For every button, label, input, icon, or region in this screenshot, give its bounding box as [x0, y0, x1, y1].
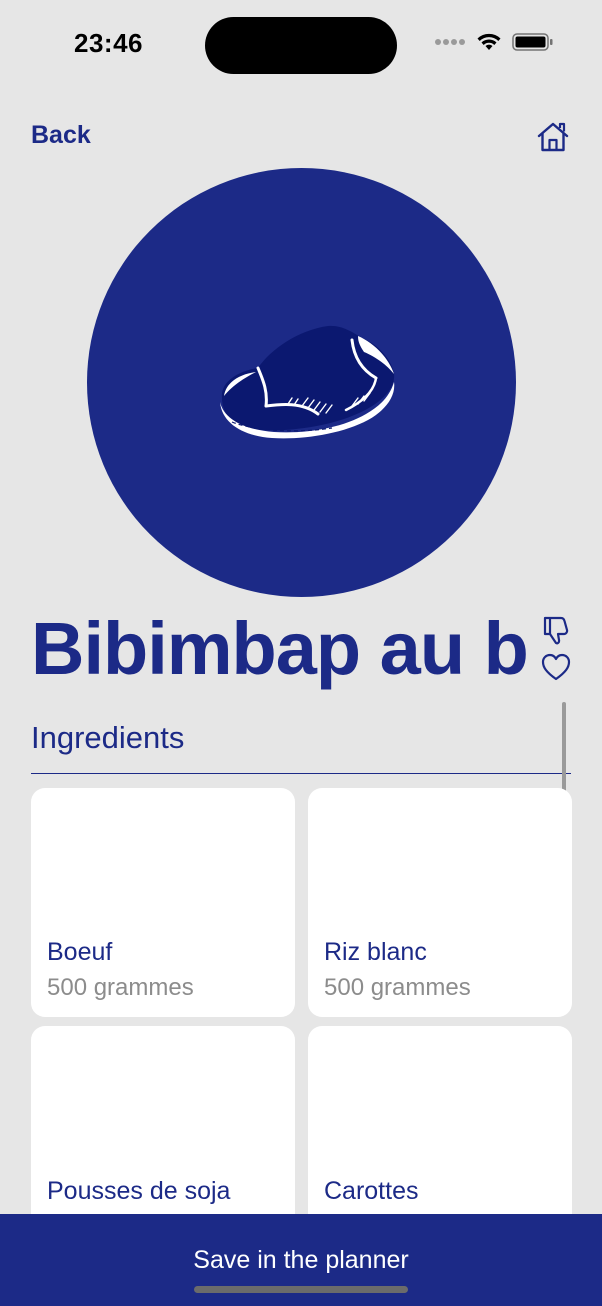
battery-icon: [512, 33, 553, 51]
save-in-planner-label: Save in the planner: [193, 1246, 409, 1274]
status-icons: [434, 32, 554, 52]
cellular-signal-icon: [435, 39, 465, 45]
heart-icon: [541, 653, 571, 681]
dynamic-island: [205, 17, 397, 74]
ingredients-section-title: Ingredients: [31, 720, 185, 755]
status-time: 23:46: [74, 28, 143, 58]
save-in-planner-button[interactable]: Save in the planner: [0, 1214, 602, 1306]
ingredient-quantity: 500 grammes: [47, 974, 194, 1001]
back-button[interactable]: Back: [31, 121, 91, 150]
ingredient-card[interactable]: Riz blanc 500 grammes: [308, 788, 572, 1017]
scroll-indicator[interactable]: [562, 702, 566, 792]
section-divider: [31, 773, 571, 774]
ingredient-name: Pousses de soja: [47, 1177, 231, 1205]
recipe-detail-screen: 23:46 Back Bibimbap au b Ingredients Boe…: [0, 0, 602, 1306]
ingredient-name: Carottes: [324, 1177, 419, 1205]
steak-icon: [219, 325, 394, 438]
favorite-button[interactable]: [540, 652, 572, 682]
home-button[interactable]: [536, 120, 570, 154]
thumbs-down-icon: [543, 616, 569, 645]
house-icon: [537, 122, 569, 152]
recipe-title: Bibimbap au boeuf: [31, 607, 527, 690]
ingredient-name: Riz blanc: [324, 938, 427, 966]
home-indicator[interactable]: [194, 1286, 408, 1293]
recipe-image: [87, 168, 516, 597]
ingredient-card[interactable]: Boeuf 500 grammes: [31, 788, 295, 1017]
wifi-icon: [477, 33, 501, 50]
dislike-button[interactable]: [540, 614, 572, 646]
status-bar: 23:46: [0, 0, 602, 90]
ingredient-quantity: 500 grammes: [324, 974, 471, 1001]
ingredient-name: Boeuf: [47, 938, 113, 966]
